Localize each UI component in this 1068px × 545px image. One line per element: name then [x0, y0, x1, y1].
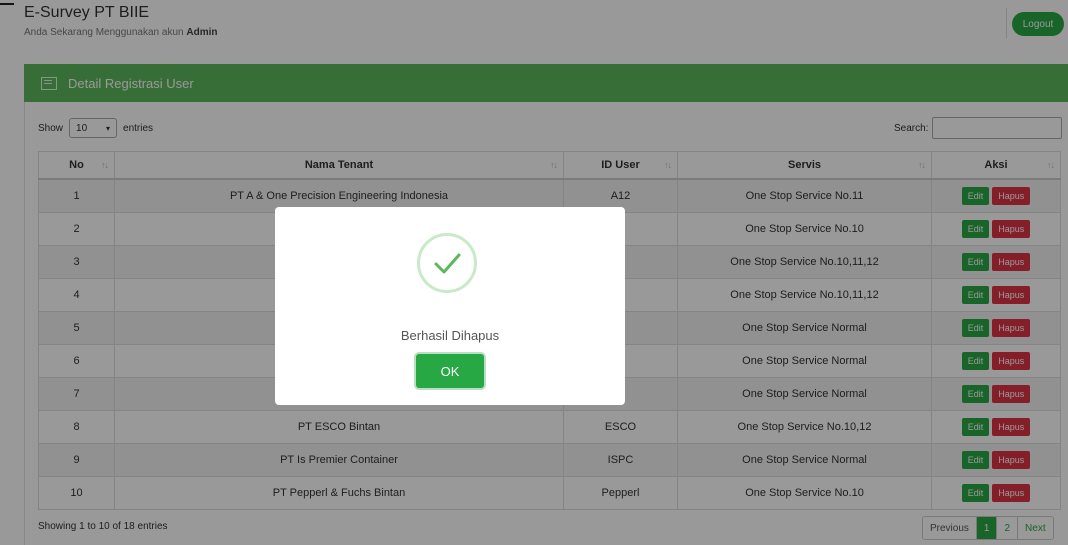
success-dialog: Berhasil Dihapus OK [275, 207, 625, 405]
success-check-icon [417, 233, 477, 293]
dialog-title: Berhasil Dihapus [400, 328, 500, 343]
ok-button[interactable]: OK [416, 354, 484, 388]
